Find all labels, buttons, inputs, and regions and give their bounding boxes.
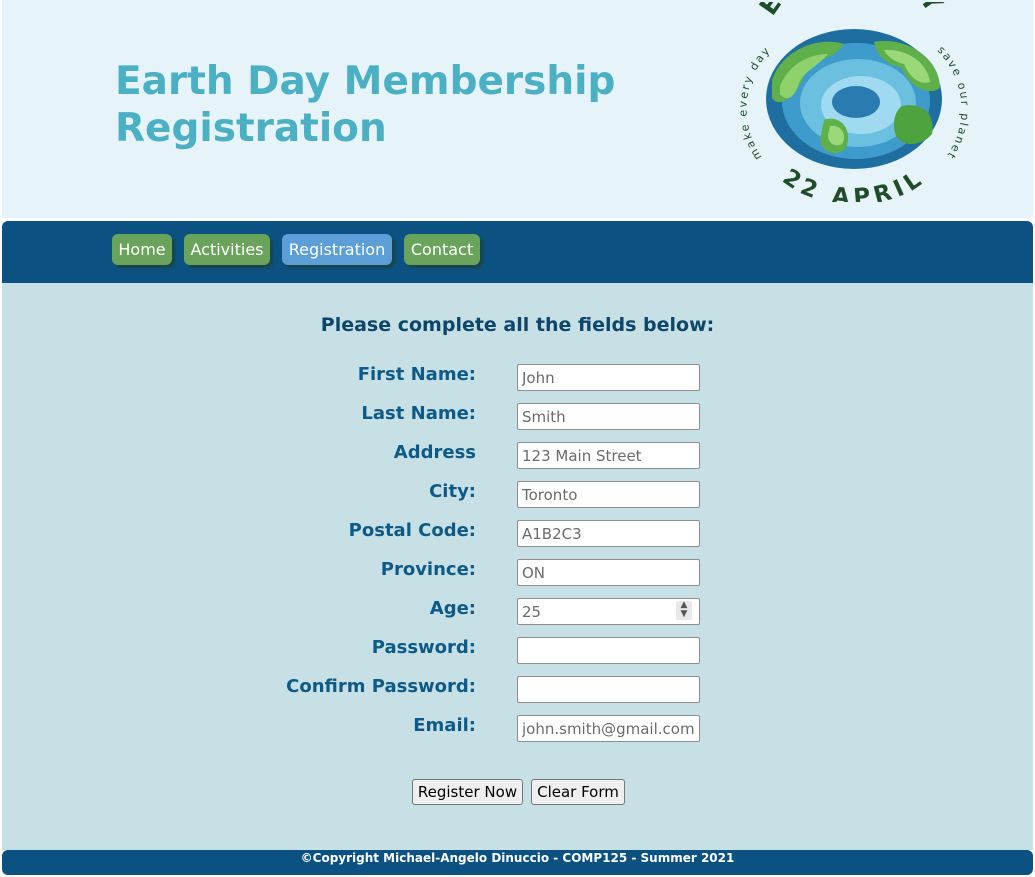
nav-contact-button[interactable]: Contact (404, 234, 480, 265)
logo-top-text: EARTH DAY (754, 2, 947, 20)
svg-text:EARTH DAY: EARTH DAY (754, 2, 951, 20)
postal-code-label: Postal Code: (348, 520, 476, 541)
nav-registration-button[interactable]: Registration (282, 234, 392, 265)
nav-activities-button[interactable]: Activities (184, 234, 270, 265)
page-header: Earth Day Membership Registration EARTH … (2, 0, 1033, 218)
page-title: Earth Day Membership Registration (115, 59, 616, 151)
register-button[interactable]: Register Now (412, 779, 523, 805)
email-input[interactable] (517, 715, 700, 742)
stepper-down-icon[interactable]: ▼ (676, 610, 692, 619)
confirm-password-input[interactable] (517, 676, 700, 703)
email-label: Email: (413, 715, 476, 736)
confirm-password-label: Confirm Password: (286, 676, 476, 697)
age-stepper[interactable]: ▲ ▼ (676, 601, 692, 620)
postal-code-input[interactable] (517, 520, 700, 547)
age-label: Age: (429, 598, 476, 619)
main-nav: Home Activities Registration Contact (2, 221, 1033, 283)
nav-home-button[interactable]: Home (112, 234, 172, 265)
earth-day-logo: EARTH DAY make every day save our planet… (736, 2, 969, 202)
address-label: Address (393, 442, 476, 463)
city-input[interactable] (517, 481, 700, 508)
logo-date-text: 22 APRIL (778, 164, 925, 202)
city-label: City: (429, 481, 476, 502)
svg-text:22 APRIL: 22 APRIL (778, 164, 930, 202)
age-input[interactable] (517, 598, 700, 625)
form-heading: Please complete all the fields below: (320, 314, 715, 336)
password-label: Password: (371, 637, 476, 658)
registration-form: Please complete all the fields below: Fi… (2, 283, 1033, 850)
first-name-label: First Name: (357, 364, 476, 385)
copyright-text: ©Copyright Michael-Angelo Dinuccio - COM… (300, 851, 735, 865)
last-name-input[interactable] (517, 403, 700, 430)
province-input[interactable] (517, 559, 700, 586)
password-input[interactable] (517, 637, 700, 664)
province-label: Province: (380, 559, 476, 580)
clear-form-button[interactable]: Clear Form (531, 779, 625, 805)
last-name-label: Last Name: (361, 403, 476, 424)
address-input[interactable] (517, 442, 700, 469)
first-name-input[interactable] (517, 364, 700, 391)
page-footer: ©Copyright Michael-Angelo Dinuccio - COM… (2, 850, 1033, 875)
